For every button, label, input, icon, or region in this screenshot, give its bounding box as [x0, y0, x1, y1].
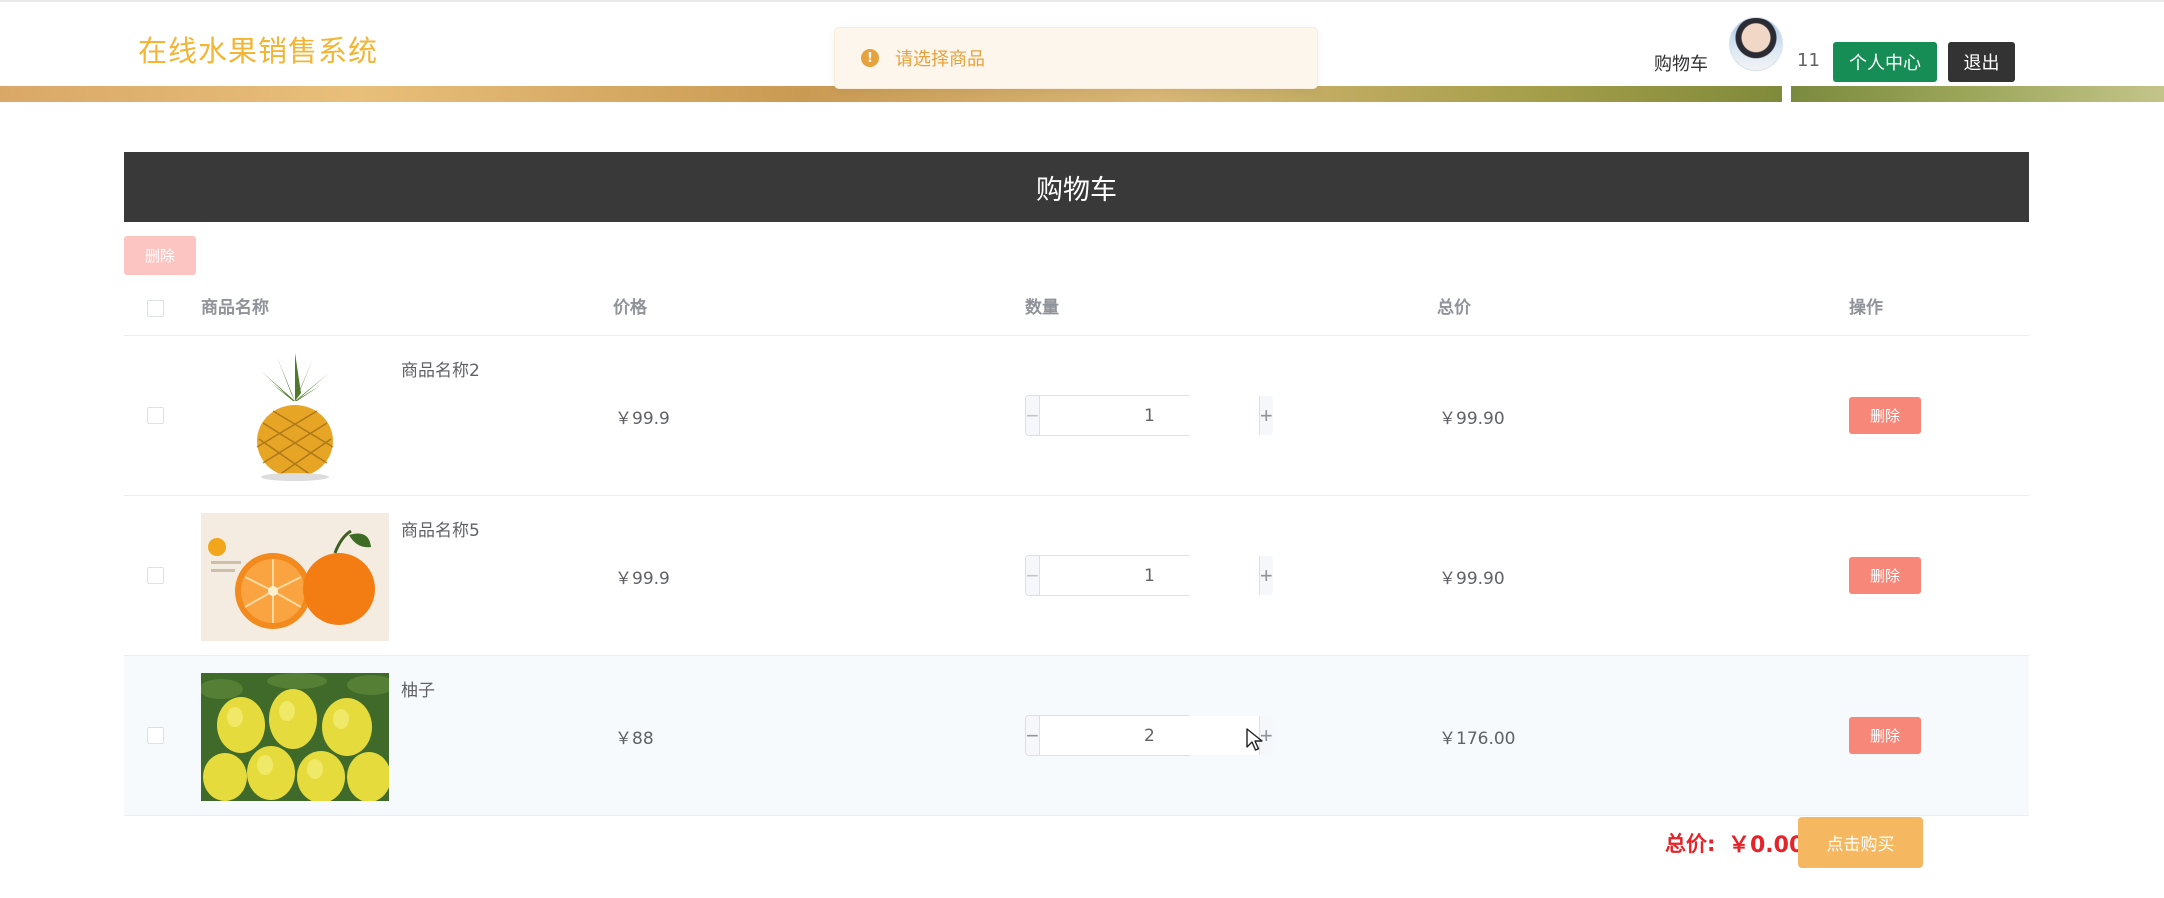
column-header-quantity: 数量	[1025, 298, 1059, 318]
column-header-name: 商品名称	[201, 298, 269, 318]
row-checkbox[interactable]	[147, 407, 164, 424]
row-checkbox[interactable]	[147, 727, 164, 744]
increase-quantity-button[interactable]: +	[1258, 396, 1273, 435]
quantity-stepper: − +	[1025, 555, 1273, 596]
product-price: ￥99.9	[615, 409, 670, 429]
product-price: ￥99.9	[615, 569, 670, 589]
quantity-stepper: − +	[1025, 395, 1273, 436]
decrease-quantity-button[interactable]: −	[1026, 716, 1040, 755]
product-image-pineapple[interactable]	[201, 353, 389, 481]
nav-cart-link[interactable]: 购物车	[1654, 50, 1708, 76]
quantity-stepper: − +	[1025, 715, 1273, 756]
user-avatar[interactable]	[1729, 17, 1783, 71]
quantity-input[interactable]	[1039, 396, 1259, 435]
column-header-total: 总价	[1437, 298, 1471, 318]
warning-toast: ! 请选择商品	[834, 27, 1318, 89]
buy-button[interactable]: 点击购买	[1798, 817, 1923, 868]
product-image-orange[interactable]	[201, 513, 389, 641]
delete-item-button[interactable]: 删除	[1849, 717, 1921, 754]
mouse-cursor-icon	[1246, 728, 1263, 751]
table-row: 商品名称5 ￥99.9 − + ￥99.90 删除	[124, 496, 2029, 656]
total-label: 总价:	[1665, 832, 1716, 856]
batch-delete-button[interactable]: 删除	[124, 236, 196, 275]
brand-title[interactable]: 在线水果销售系统	[138, 28, 378, 70]
delete-item-button[interactable]: 删除	[1849, 397, 1921, 434]
product-image-pomelo[interactable]	[201, 673, 389, 801]
toast-message: 请选择商品	[895, 49, 985, 70]
row-subtotal: ￥99.90	[1439, 569, 1505, 589]
product-name: 柚子	[401, 681, 435, 701]
cart-title-bar: 购物车	[124, 152, 2029, 222]
table-row: 柚子 ￥88 − + ￥176.00 删除	[124, 656, 2029, 816]
table-header: 商品名称 价格 数量 总价 操作	[124, 281, 2029, 336]
cart-title: 购物车	[1036, 174, 1117, 206]
product-price: ￥88	[615, 729, 654, 749]
product-name: 商品名称5	[401, 521, 480, 541]
column-header-action: 操作	[1849, 298, 1883, 318]
row-checkbox[interactable]	[147, 567, 164, 584]
banner-image-strip-right	[1791, 86, 2164, 102]
warning-icon: !	[861, 49, 879, 67]
product-name: 商品名称2	[401, 361, 480, 381]
column-header-price: 价格	[613, 298, 647, 318]
select-all-checkbox[interactable]	[147, 300, 164, 317]
cart-count: 11	[1797, 50, 1820, 71]
row-subtotal: ￥99.90	[1439, 409, 1505, 429]
table-row: 商品名称2 ￥99.9 − + ￥99.90 删除	[124, 336, 2029, 496]
total-value: ￥0.00	[1728, 833, 1805, 858]
decrease-quantity-button[interactable]: −	[1026, 556, 1040, 595]
quantity-input[interactable]	[1039, 556, 1259, 595]
quantity-input[interactable]	[1039, 716, 1259, 755]
decrease-quantity-button[interactable]: −	[1026, 396, 1040, 435]
delete-item-button[interactable]: 删除	[1849, 557, 1921, 594]
increase-quantity-button[interactable]: +	[1258, 556, 1273, 595]
logout-button[interactable]: 退出	[1948, 42, 2015, 82]
row-subtotal: ￥176.00	[1439, 729, 1516, 749]
cart-table: 商品名称 价格 数量 总价 操作 商品名称2 ￥99.9 − 1 + ￥99.9…	[124, 281, 2029, 816]
user-center-button[interactable]: 个人中心	[1833, 42, 1937, 82]
